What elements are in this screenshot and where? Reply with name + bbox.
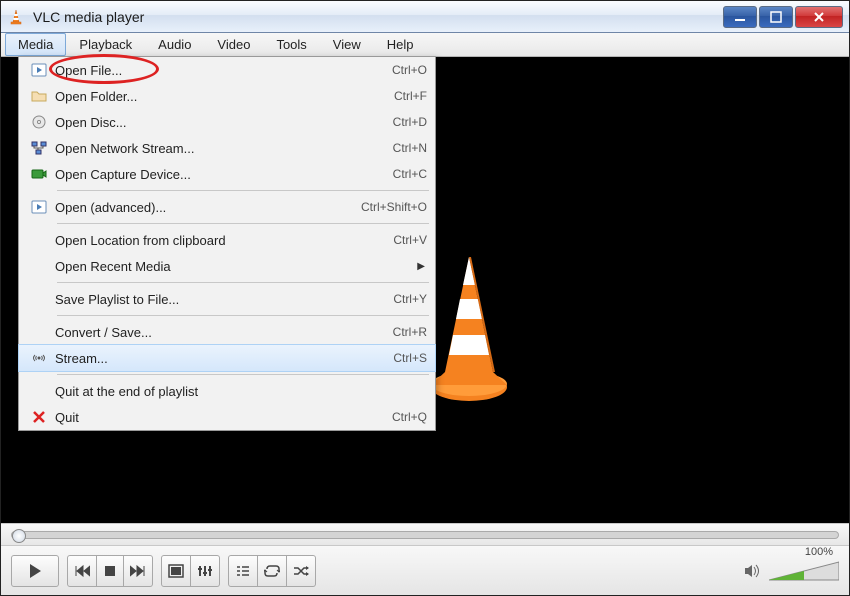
- menu-item-label: Open Disc...: [55, 115, 393, 130]
- menu-item-save-playlist-to-file[interactable]: Save Playlist to File...Ctrl+Y: [19, 286, 435, 312]
- menu-audio[interactable]: Audio: [145, 33, 204, 56]
- menu-item-shortcut: Ctrl+O: [392, 63, 427, 77]
- menu-item-shortcut: Ctrl+Shift+O: [361, 200, 427, 214]
- menu-item-shortcut: Ctrl+F: [394, 89, 427, 103]
- menu-item-label: Quit: [55, 410, 392, 425]
- menu-item-shortcut: Ctrl+Q: [392, 410, 427, 424]
- menu-item-open-disc[interactable]: Open Disc...Ctrl+D: [19, 109, 435, 135]
- menu-item-label: Open File...: [55, 63, 392, 78]
- menu-item-label: Open Location from clipboard: [55, 233, 393, 248]
- titlebar: VLC media player: [1, 1, 849, 33]
- menu-item-quit-at-the-end-of-playlist[interactable]: Quit at the end of playlist: [19, 378, 435, 404]
- menu-separator: [57, 315, 429, 316]
- menu-item-quit[interactable]: QuitCtrl+Q: [19, 404, 435, 430]
- app-icon: [7, 8, 25, 26]
- submenu-arrow-icon: ▶: [417, 261, 425, 272]
- menu-item-label: Open (advanced)...: [55, 200, 361, 215]
- media-menu-dropdown: Open File...Ctrl+OOpen Folder...Ctrl+FOp…: [18, 56, 436, 431]
- vlc-cone-logo: [429, 257, 509, 407]
- shuffle-button[interactable]: [287, 555, 316, 587]
- menu-item-shortcut: Ctrl+D: [393, 115, 427, 129]
- play-file-icon: [23, 62, 55, 78]
- seek-track[interactable]: [11, 531, 839, 539]
- view-group: [161, 555, 220, 587]
- menu-video[interactable]: Video: [204, 33, 263, 56]
- stop-button[interactable]: [97, 555, 124, 587]
- menubar: MediaPlaybackAudioVideoToolsViewHelp: [1, 33, 849, 57]
- stream-icon: [23, 350, 55, 366]
- menu-playback[interactable]: Playback: [66, 33, 145, 56]
- network-icon: [23, 140, 55, 156]
- close-button[interactable]: [795, 6, 843, 28]
- menu-help[interactable]: Help: [374, 33, 427, 56]
- menu-separator: [57, 223, 429, 224]
- folder-icon: [23, 88, 55, 104]
- menu-view[interactable]: View: [320, 33, 374, 56]
- capture-icon: [23, 166, 55, 182]
- loop-button[interactable]: [258, 555, 287, 587]
- menu-media[interactable]: Media: [5, 33, 66, 56]
- menu-item-open-recent-media[interactable]: Open Recent Media▶: [19, 253, 435, 279]
- menu-item-label: Open Network Stream...: [55, 141, 393, 156]
- menu-item-label: Convert / Save...: [55, 325, 393, 340]
- disc-icon: [23, 114, 55, 130]
- seek-thumb[interactable]: [12, 529, 26, 543]
- menu-item-shortcut: Ctrl+Y: [393, 292, 427, 306]
- menu-item-label: Open Folder...: [55, 89, 394, 104]
- play-file-icon: [23, 199, 55, 215]
- minimize-button[interactable]: [723, 6, 757, 28]
- previous-button[interactable]: [67, 555, 97, 587]
- menu-item-open-folder[interactable]: Open Folder...Ctrl+F: [19, 83, 435, 109]
- fullscreen-button[interactable]: [161, 555, 191, 587]
- menu-item-shortcut: Ctrl+C: [393, 167, 427, 181]
- playlist-group: [228, 555, 316, 587]
- menu-tools[interactable]: Tools: [263, 33, 319, 56]
- menu-item-stream[interactable]: Stream...Ctrl+S: [19, 345, 435, 371]
- menu-item-label: Stream...: [55, 351, 393, 366]
- menu-separator: [57, 190, 429, 191]
- quit-icon: [23, 409, 55, 425]
- volume-label: 100%: [805, 546, 833, 558]
- menu-item-open-location-from-clipboard[interactable]: Open Location from clipboardCtrl+V: [19, 227, 435, 253]
- seekbar[interactable]: [1, 523, 849, 545]
- playback-group: [67, 555, 153, 587]
- menu-separator: [57, 282, 429, 283]
- menu-item-open-network-stream[interactable]: Open Network Stream...Ctrl+N: [19, 135, 435, 161]
- controls-bar: 100%: [1, 545, 849, 595]
- extended-settings-button[interactable]: [191, 555, 220, 587]
- mute-button[interactable]: [743, 563, 761, 579]
- menu-item-shortcut: Ctrl+R: [393, 325, 427, 339]
- menu-item-label: Save Playlist to File...: [55, 292, 393, 307]
- window-controls: [723, 6, 843, 28]
- menu-item-open-capture-device[interactable]: Open Capture Device...Ctrl+C: [19, 161, 435, 187]
- menu-item-shortcut: Ctrl+S: [393, 351, 427, 365]
- menu-item-label: Open Recent Media: [55, 259, 427, 274]
- menu-item-label: Quit at the end of playlist: [55, 384, 427, 399]
- menu-item-open-file[interactable]: Open File...Ctrl+O: [19, 57, 435, 83]
- menu-item-open-advanced[interactable]: Open (advanced)...Ctrl+Shift+O: [19, 194, 435, 220]
- maximize-button[interactable]: [759, 6, 793, 28]
- menu-item-shortcut: Ctrl+V: [393, 233, 427, 247]
- menu-item-convert-save[interactable]: Convert / Save...Ctrl+R: [19, 319, 435, 345]
- menu-separator: [57, 374, 429, 375]
- playlist-button[interactable]: [228, 555, 258, 587]
- window-title: VLC media player: [33, 9, 723, 25]
- volume-section: 100%: [743, 560, 839, 582]
- menu-item-shortcut: Ctrl+N: [393, 141, 427, 155]
- menu-item-label: Open Capture Device...: [55, 167, 393, 182]
- next-button[interactable]: [124, 555, 153, 587]
- volume-slider[interactable]: [769, 560, 839, 582]
- play-button[interactable]: [11, 555, 59, 587]
